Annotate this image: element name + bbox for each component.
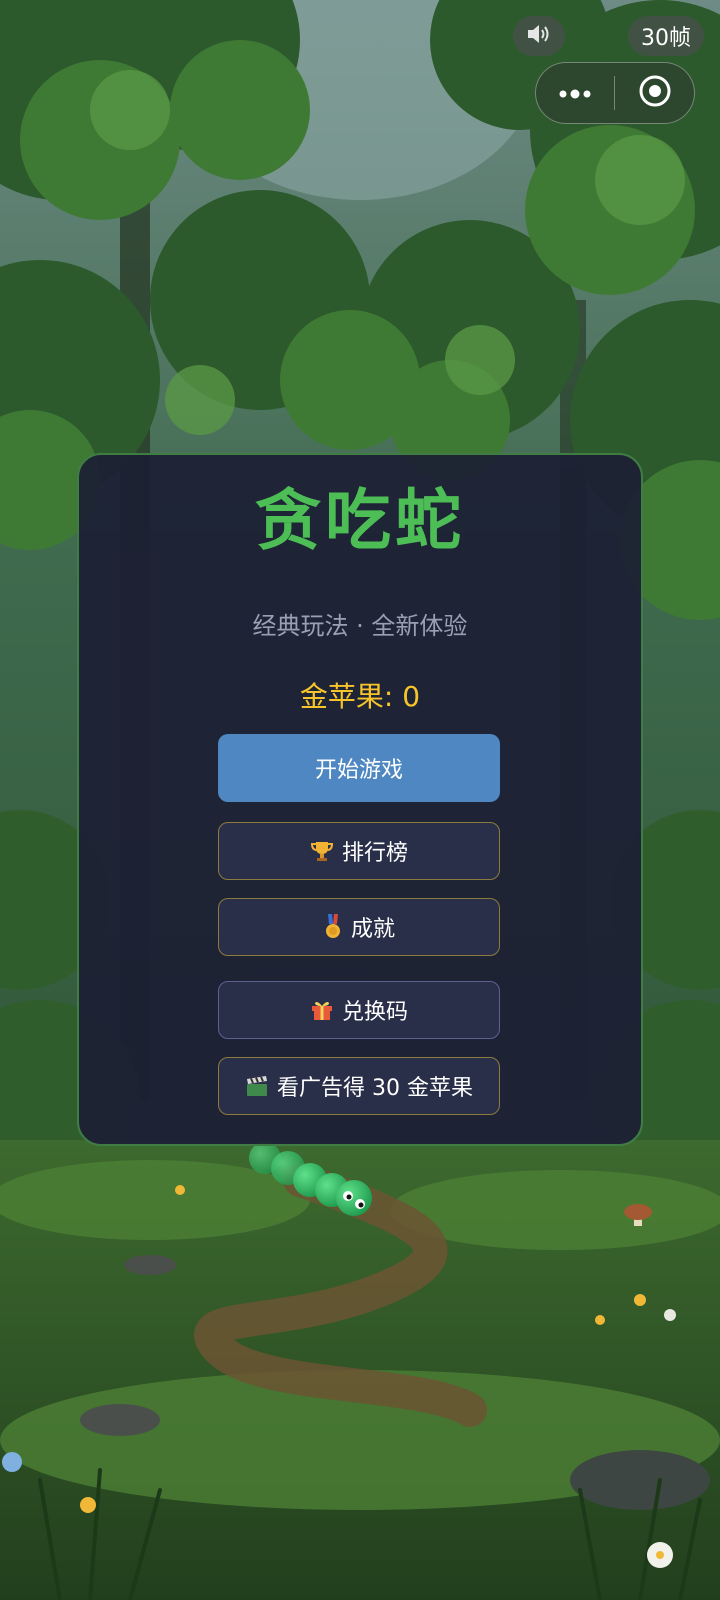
more-dots-icon	[557, 84, 593, 103]
sound-toggle-button[interactable]	[513, 16, 565, 56]
medal-icon	[323, 914, 343, 940]
start-game-button[interactable]: 开始游戏	[218, 734, 500, 802]
gift-icon	[310, 998, 334, 1022]
game-subtitle: 经典玩法 · 全新体验	[252, 612, 468, 640]
redeem-code-button[interactable]: 兑换码	[218, 981, 500, 1039]
trophy-icon	[310, 839, 334, 863]
achievements-label: 成就	[350, 917, 395, 942]
start-game-label: 开始游戏	[314, 758, 403, 783]
leaderboard-button[interactable]: 排行榜	[218, 822, 500, 880]
fps-badge: 30帧	[628, 16, 704, 56]
more-button[interactable]	[536, 63, 614, 123]
leaderboard-label: 排行榜	[341, 841, 408, 866]
achievements-button[interactable]: 成就	[218, 898, 500, 956]
close-miniprogram-button[interactable]	[615, 63, 694, 123]
watch-ad-button[interactable]: 看广告得 30 金苹果	[218, 1057, 500, 1115]
clapperboard-icon	[245, 1074, 269, 1098]
mini-program-capsule	[535, 62, 695, 124]
game-title: 贪吃蛇	[255, 482, 465, 559]
watch-ad-label: 看广告得 30 金苹果	[277, 1076, 473, 1101]
gold-apple-counter: 金苹果: 0	[299, 680, 421, 713]
speaker-icon	[525, 22, 553, 50]
target-icon	[638, 74, 672, 112]
redeem-code-label: 兑换码	[341, 1000, 408, 1025]
